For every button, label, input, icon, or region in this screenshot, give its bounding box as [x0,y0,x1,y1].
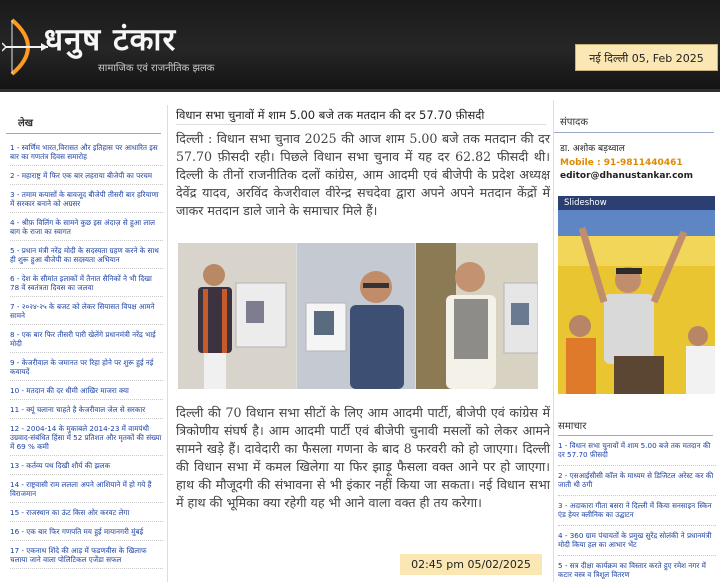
editor-email[interactable]: editor@dhanustankar.com [554,168,720,181]
article-link[interactable]: 9 - केजरीवाल के जमानत पर रिहा होने पर शु… [10,353,163,381]
article-headline: विधान सभा चुनावों में शाम 5.00 बजे तक मत… [176,108,485,122]
right-sidebar: संपादक डा. अशोक बड़थ्वाल Mobile : 91-981… [553,100,720,582]
site-tagline: सामाजिक एवं राजनीतिक झलक [98,63,215,74]
article-paragraph: दिल्ली की 70 विधान सभा सीटों के लिए आम आ… [176,405,550,510]
slideshow-image [558,196,715,394]
article-link[interactable]: 7 - २०२४-२५ के बजट को लेकर सियासत विपक्ष… [10,297,163,325]
site-title[interactable]: धनुष टंकार [44,18,176,60]
article-link[interactable]: 8 - एक बार फिर तीसरी पारी खेलेंगे प्रधान… [10,325,163,353]
article-link[interactable]: 13 - कर्तव्य पथ दिखी शौर्य की झलक [10,456,163,475]
article-link[interactable]: 5 - प्रधान मंत्री नरेंद्र मोदी के सदस्यत… [10,241,163,269]
editor-heading: संपादक [554,100,714,133]
article-link[interactable]: 10 - मतदान की दर धीमी आखिर माजरा क्या [10,381,163,400]
main-article: विधान सभा चुनावों में शाम 5.00 बजे तक मत… [168,100,553,582]
article-paragraph: दिल्ली : विधान सभा चुनाव 2025 की आज शाम … [176,131,550,218]
article-link[interactable]: 12 - 2004-14 के मुकाबले 2014-23 में वामप… [10,419,163,456]
news-link[interactable]: 1 - विधान सभा चुनावों में शाम 5.00 बजे त… [558,440,716,466]
news-link[interactable]: 3 - अदाकारा गीता बसरा ने दिल्ली में किया… [558,500,716,526]
news-heading: समाचार [558,418,713,436]
article-link[interactable]: 2 - महाराष्ट्र में फिर एक बार लहराया बीज… [10,166,163,185]
article-photo-collage [178,243,538,389]
slideshow[interactable]: Slideshow [558,196,715,394]
article-link[interactable]: 6 - देश के सीमांत इलाकों में तैनात सैनिक… [10,269,163,297]
articles-list: 1 - स्वर्णिम भारत,विरासत और इतिहास पर आध… [0,134,167,569]
articles-sidebar: लेख 1 - स्वर्णिम भारत,विरासत और इतिहास प… [0,105,168,582]
article-link[interactable]: 16 - एक बार फिर गणपति मय हुई मायानगरी मु… [10,522,163,541]
site-header: धनुष टंकार सामाजिक एवं राजनीतिक झलक नई द… [0,0,720,92]
news-list: 1 - विधान सभा चुनावों में शाम 5.00 बजे त… [558,440,716,582]
article-link[interactable]: 3 - तमाम कयासों के बावजूद बीजेपी तीसरी ब… [10,185,163,213]
editor-mobile: Mobile : 91-9811440461 [560,158,683,168]
news-link[interactable]: 2 - एसआईसीसी कॉल के माध्यम से डिजिटल अरे… [558,470,716,496]
article-link[interactable]: 17 - एकनाथ शिंदे की आड़ में फडणवीस के खि… [10,541,163,569]
article-timestamp: 02:45 pm 05/02/2025 [400,554,542,575]
articles-heading: लेख [6,105,161,134]
news-link[interactable]: 4 - 360 ग्राम पंचायतों के प्रमुख सुरेंद्… [558,530,716,556]
article-link[interactable]: 4 - श्रीफ़ विलिंग के सामने कुछ इस अंदाज़… [10,213,163,241]
article-link[interactable]: 15 - राजस्थान का ऊंट किस ओर करवट लेगा [10,503,163,522]
article-link[interactable]: 14 - राष्ट्रवासी राम ललला अपने आशियाने म… [10,475,163,503]
slideshow-label: Slideshow [558,196,715,210]
divider [176,124,546,125]
article-link[interactable]: 1 - स्वर्णिम भारत,विरासत और इतिहास पर आध… [10,138,163,166]
article-link[interactable]: 11 - क्यूं चलाना चाहते है केजरीवाल जेल स… [10,400,163,419]
current-date: नई दिल्ली 05, Feb 2025 [575,44,718,71]
editor-name: डा. अशोक बड़थ्वाल [560,144,625,154]
news-link[interactable]: 5 - सत्र दीक्षा कार्यक्रम का विस्तार करत… [558,560,716,582]
